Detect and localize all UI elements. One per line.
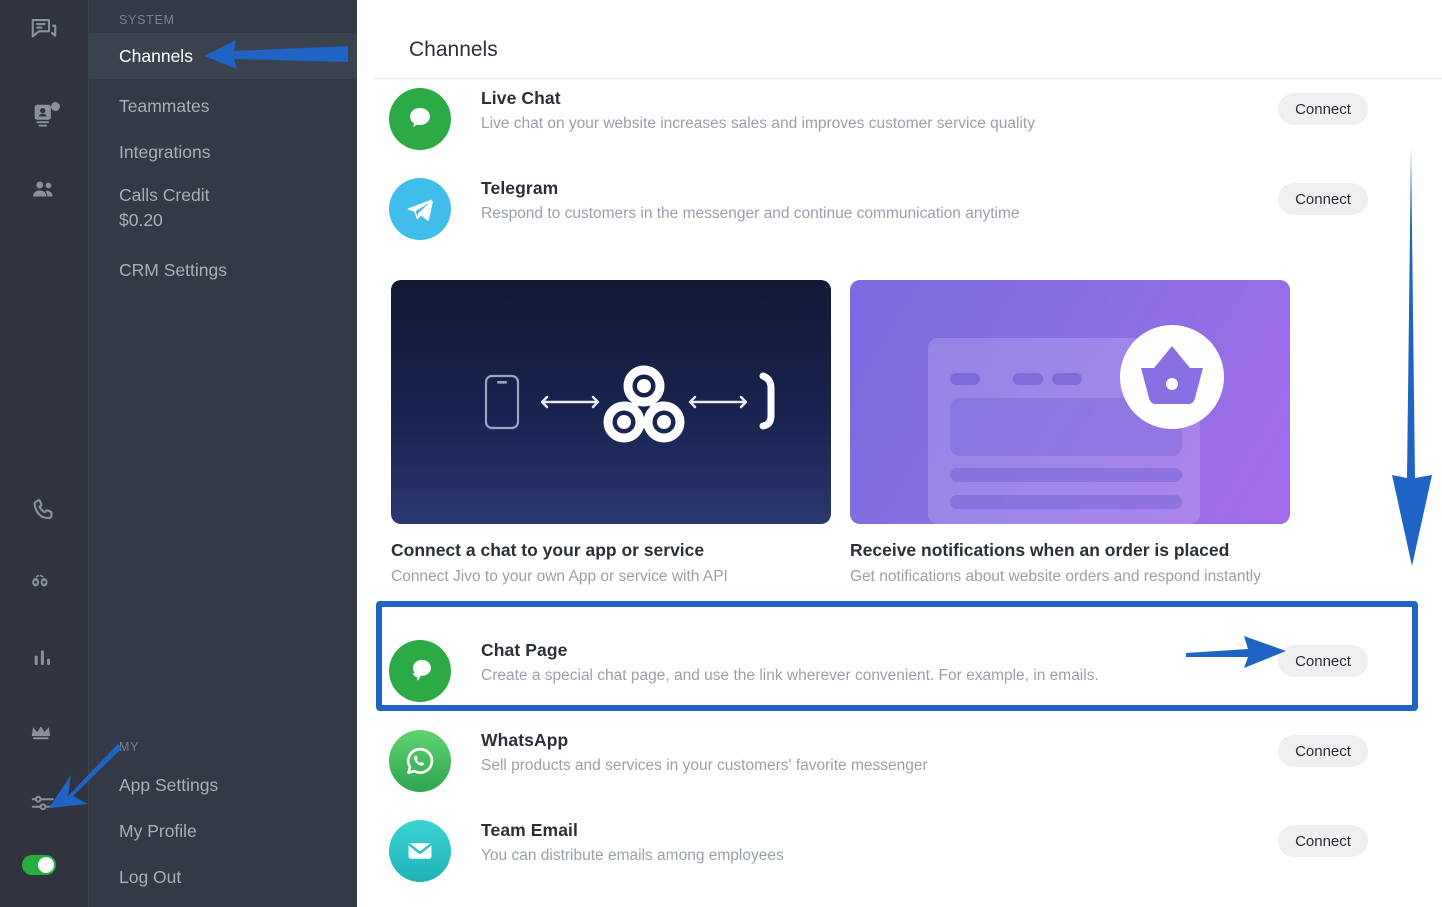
channel-description: Sell products and services in your custo… xyxy=(481,757,928,774)
sidebar-item-channels[interactable]: Channels xyxy=(89,33,358,79)
contacts-notification-dot xyxy=(51,102,60,111)
sidebar-item-label: Log Out xyxy=(119,866,182,887)
nav-section-system-label: SYSTEM xyxy=(119,13,175,27)
channel-name: Telegram xyxy=(481,178,559,198)
channel-row-chat-page[interactable]: Chat Page Create a special chat page, an… xyxy=(373,634,1442,708)
sidebar-item-label: App Settings xyxy=(119,774,219,795)
visitors-icon[interactable] xyxy=(0,562,88,606)
live-chat-icon xyxy=(389,88,451,150)
icon-rail xyxy=(0,0,88,907)
order-basket-art xyxy=(850,280,1290,524)
teammates-icon[interactable] xyxy=(0,168,88,212)
settings-sliders-icon[interactable] xyxy=(0,782,88,826)
sidebar-item-integrations[interactable]: Integrations xyxy=(89,130,358,174)
settings-nav-panel: SYSTEM Channels Teammates Integrations C… xyxy=(88,0,358,907)
page-title: Channels xyxy=(409,38,498,61)
statistics-icon[interactable] xyxy=(0,636,88,680)
promo-title: Connect a chat to your app or service xyxy=(391,540,705,560)
sidebar-item-log-out[interactable]: Log Out xyxy=(89,855,358,899)
sidebar-item-app-settings[interactable]: App Settings xyxy=(89,763,358,807)
sidebar-item-teammates[interactable]: Teammates xyxy=(89,84,358,128)
app-window: SYSTEM Channels Teammates Integrations C… xyxy=(0,0,1442,907)
promo-description: Get notifications about website orders a… xyxy=(850,568,1261,585)
sidebar-item-label: My Profile xyxy=(119,820,197,841)
channel-description: Create a special chat page, and use the … xyxy=(481,667,1099,684)
channel-description: Respond to customers in the messenger an… xyxy=(481,205,1020,222)
channel-row-team-email[interactable]: Team Email You can distribute emails amo… xyxy=(373,814,1442,888)
sidebar-item-my-profile[interactable]: My Profile xyxy=(89,809,358,853)
connect-button-chat-page[interactable]: Connect xyxy=(1278,645,1368,677)
promo-card-api[interactable]: Connect a chat to your app or service Co… xyxy=(391,280,831,586)
webhook-art xyxy=(391,280,831,524)
telegram-icon xyxy=(389,178,451,240)
calls-credit-amount: $0.20 xyxy=(119,210,163,230)
crown-icon[interactable] xyxy=(0,710,88,754)
chat-page-icon xyxy=(389,640,451,702)
connect-button-telegram[interactable]: Connect xyxy=(1278,183,1368,215)
promo-description: Connect Jivo to your own App or service … xyxy=(391,568,728,585)
toggle-knob xyxy=(38,857,54,873)
sidebar-item-calls-credit[interactable]: Calls Credit $0.20 xyxy=(89,176,358,240)
sidebar-item-label: Channels xyxy=(119,45,193,66)
sidebar-item-crm-settings[interactable]: CRM Settings xyxy=(89,248,358,292)
promo-card-orders[interactable]: Receive notifications when an order is p… xyxy=(850,280,1290,586)
sidebar-item-label: Integrations xyxy=(119,141,211,162)
whatsapp-icon xyxy=(389,730,451,792)
sidebar-item-label: Calls Credit xyxy=(119,185,210,205)
nav-section-my-label: MY xyxy=(119,740,140,754)
header-divider xyxy=(373,78,1442,79)
chats-icon[interactable] xyxy=(0,8,88,52)
channel-name: Chat Page xyxy=(481,640,568,660)
contacts-icon[interactable] xyxy=(0,94,88,138)
channel-description: Live chat on your website increases sale… xyxy=(481,115,1035,132)
online-status-toggle[interactable] xyxy=(22,855,56,875)
channel-name: Live Chat xyxy=(481,88,561,108)
connect-button-team-email[interactable]: Connect xyxy=(1278,825,1368,857)
channel-name: WhatsApp xyxy=(481,730,569,750)
channel-description: You can distribute emails among employee… xyxy=(481,847,784,864)
channel-row-whatsapp[interactable]: WhatsApp Sell products and services in y… xyxy=(373,724,1442,798)
channel-row-live-chat[interactable]: Live Chat Live chat on your website incr… xyxy=(373,82,1442,156)
connect-button-whatsapp[interactable]: Connect xyxy=(1278,735,1368,767)
calls-icon[interactable] xyxy=(0,488,88,532)
main-content: Channels Live Chat Live chat on your web… xyxy=(357,0,1442,907)
sidebar-item-label: CRM Settings xyxy=(119,259,227,280)
sidebar-item-label: Teammates xyxy=(119,95,210,116)
channel-name: Team Email xyxy=(481,820,578,840)
promo-title: Receive notifications when an order is p… xyxy=(850,540,1230,560)
channel-row-telegram[interactable]: Telegram Respond to customers in the mes… xyxy=(373,172,1442,246)
connect-button-live-chat[interactable]: Connect xyxy=(1278,93,1368,125)
team-email-icon xyxy=(389,820,451,882)
